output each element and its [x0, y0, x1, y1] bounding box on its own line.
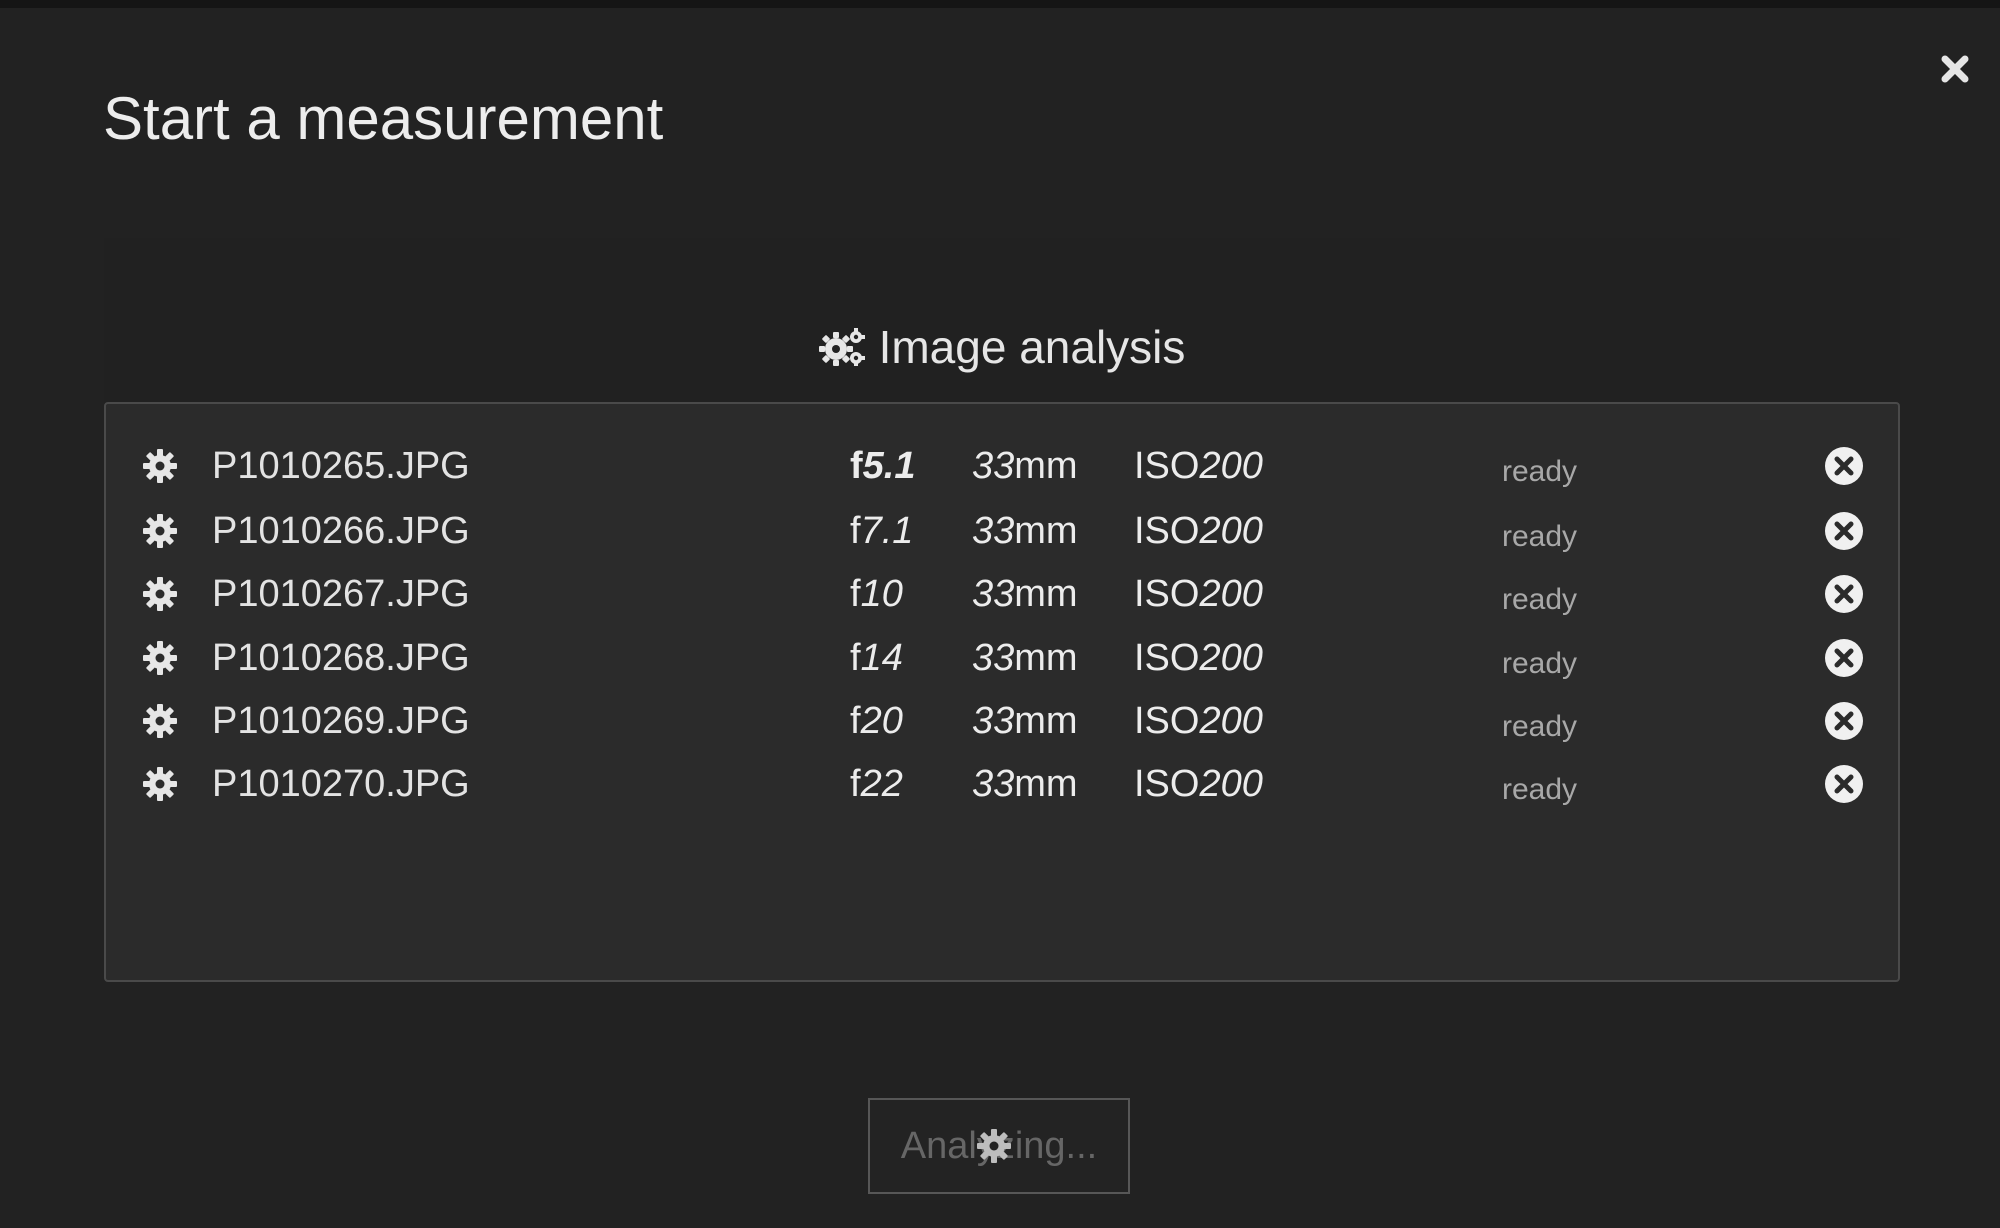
- remove-file-button[interactable]: [1822, 754, 1866, 814]
- list-item: P1010270.JPG f 22 33 mm ISO 200 ready: [106, 754, 1898, 814]
- analyze-button[interactable]: Analyzing...: [868, 1098, 1130, 1194]
- remove-file-button[interactable]: [1822, 628, 1866, 688]
- focal-length: 33 mm: [972, 444, 1078, 487]
- file-list: P1010265.JPG f 5.1 33 mm ISO 200 ready P101…: [104, 402, 1900, 982]
- iso-value: ISO 200: [1134, 636, 1263, 679]
- list-item: P1010267.JPG f 10 33 mm ISO 200 ready: [106, 564, 1898, 624]
- gear-icon: [140, 628, 180, 688]
- file-name: P1010270.JPG: [212, 762, 470, 805]
- status-text: ready: [1502, 520, 1578, 553]
- iso-value: ISO 200: [1134, 572, 1263, 615]
- window-top-edge: [0, 0, 2000, 8]
- remove-circle-icon: [1825, 512, 1863, 550]
- remove-circle-icon: [1825, 575, 1863, 613]
- gear-spinner-icon: [977, 1129, 1011, 1163]
- focal-length: 33 mm: [972, 509, 1078, 552]
- close-button[interactable]: [1936, 50, 1974, 88]
- gear-icon: [140, 501, 180, 561]
- list-item: P1010265.JPG f 5.1 33 mm ISO 200 ready: [106, 436, 1898, 496]
- list-item: P1010268.JPG f 14 33 mm ISO 200 ready: [106, 628, 1898, 688]
- status-text: ready: [1502, 455, 1578, 488]
- aperture-value: f 10: [850, 572, 903, 615]
- section-title: Image analysis: [878, 321, 1186, 373]
- file-name: P1010266.JPG: [212, 509, 470, 552]
- iso-value: ISO 200: [1134, 699, 1263, 742]
- gear-icon: [140, 691, 180, 751]
- file-name: P1010268.JPG: [212, 636, 470, 679]
- remove-circle-icon: [1825, 639, 1863, 677]
- focal-length: 33 mm: [972, 699, 1078, 742]
- section-header: Image analysis: [104, 320, 1900, 374]
- aperture-value: f 20: [850, 699, 903, 742]
- remove-file-button[interactable]: [1822, 564, 1866, 624]
- iso-value: ISO 200: [1134, 444, 1263, 487]
- iso-value: ISO 200: [1134, 762, 1263, 805]
- status-text: ready: [1502, 710, 1578, 743]
- focal-length: 33 mm: [972, 572, 1078, 615]
- focal-length: 33 mm: [972, 636, 1078, 679]
- remove-circle-icon: [1825, 447, 1863, 485]
- remove-file-button[interactable]: [1822, 691, 1866, 751]
- status-text: ready: [1502, 773, 1578, 806]
- gear-icon: [140, 754, 180, 814]
- gears-icon: [818, 328, 865, 366]
- gear-icon: [140, 564, 180, 624]
- aperture-value: f 7.1: [850, 509, 914, 552]
- file-name: P1010265.JPG: [212, 444, 470, 487]
- remove-circle-icon: [1825, 702, 1863, 740]
- aperture-value: f 5.1: [850, 444, 916, 487]
- gear-icon: [140, 436, 180, 496]
- iso-value: ISO 200: [1134, 509, 1263, 552]
- dialog-title: Start a measurement: [103, 85, 664, 152]
- focal-length: 33 mm: [972, 762, 1078, 805]
- status-text: ready: [1502, 583, 1578, 616]
- aperture-value: f 22: [850, 762, 903, 805]
- remove-file-button[interactable]: [1822, 501, 1866, 561]
- file-name: P1010267.JPG: [212, 572, 470, 615]
- list-item: P1010269.JPG f 20 33 mm ISO 200 ready: [106, 691, 1898, 751]
- file-name: P1010269.JPG: [212, 699, 470, 742]
- aperture-value: f 14: [850, 636, 903, 679]
- remove-circle-icon: [1825, 765, 1863, 803]
- remove-file-button[interactable]: [1822, 436, 1866, 496]
- list-item: P1010266.JPG f 7.1 33 mm ISO 200 ready: [106, 501, 1898, 561]
- status-text: ready: [1502, 647, 1578, 680]
- close-x-icon: [1941, 55, 1969, 83]
- image-analysis-panel: Image analysis P1010265.JPG f 5.1 33 mm IS…: [104, 238, 1900, 982]
- measurement-dialog: Start a measurement Image analysis P1010…: [0, 8, 2000, 1228]
